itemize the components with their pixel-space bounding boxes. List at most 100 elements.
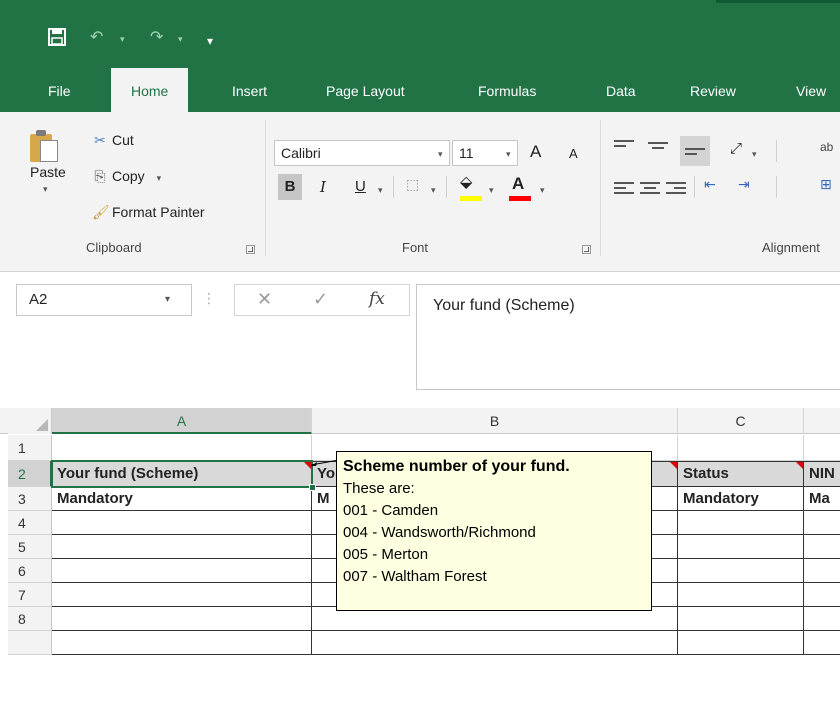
grow-font-button[interactable]: A [530, 142, 541, 162]
font-name-dropdown-icon[interactable]: ▾ [438, 149, 443, 160]
cell-a6[interactable] [52, 559, 312, 583]
borders-icon[interactable]: ⬚ [406, 176, 419, 193]
cell-d4[interactable] [804, 511, 840, 535]
cell-b9[interactable] [312, 631, 678, 655]
tab-file[interactable]: File [48, 78, 71, 104]
paste-icon[interactable] [30, 126, 60, 162]
save-icon[interactable] [48, 28, 66, 46]
bottom-align-button[interactable] [680, 136, 710, 166]
undo-dropdown-icon[interactable]: ▾ [120, 34, 125, 45]
cell-d2[interactable]: NIN [804, 461, 840, 487]
cell-a2[interactable]: Your fund (Scheme) [52, 461, 312, 487]
italic-button[interactable]: I [320, 178, 326, 196]
underline-button[interactable]: U [355, 178, 366, 195]
cell-a7[interactable] [52, 583, 312, 607]
formula-input[interactable]: Your fund (Scheme) [416, 284, 840, 390]
cell-c4[interactable] [678, 511, 804, 535]
name-box-dropdown-icon[interactable]: ▾ [165, 294, 170, 305]
row-header-5[interactable]: 5 [8, 535, 52, 559]
cell-a8[interactable] [52, 607, 312, 631]
cut-button[interactable]: ✂ Cut [92, 132, 134, 149]
copy-dropdown-icon[interactable]: ▾ [157, 173, 162, 183]
bold-button[interactable]: B [278, 174, 302, 200]
copy-button[interactable]: ⎘ Copy ▾ [92, 168, 161, 185]
tab-home[interactable]: Home [111, 68, 189, 112]
decrease-indent-icon[interactable]: ⇤ [704, 176, 716, 193]
font-launcher-icon[interactable] [582, 245, 591, 254]
cell-c6[interactable] [678, 559, 804, 583]
tab-data[interactable]: Data [606, 78, 636, 104]
cell-d5[interactable] [804, 535, 840, 559]
cell-c2[interactable]: Status [678, 461, 804, 487]
cell-d8[interactable] [804, 607, 840, 631]
fill-color-dropdown-icon[interactable]: ▾ [489, 185, 494, 196]
orientation-dropdown-icon[interactable]: ▾ [752, 149, 757, 160]
row-header-3[interactable]: 3 [8, 487, 52, 511]
paste-button[interactable]: Paste [30, 164, 66, 180]
comment-title: Scheme number of your fund. [343, 458, 570, 475]
orientation-icon[interactable]: ⤢ [730, 140, 742, 157]
fill-handle[interactable] [309, 484, 316, 491]
font-size-dropdown-icon[interactable]: ▾ [506, 149, 511, 160]
cell-d6[interactable] [804, 559, 840, 583]
redo-dropdown-icon[interactable]: ▾ [178, 34, 183, 45]
tab-insert[interactable]: Insert [232, 78, 267, 104]
wrap-text-button[interactable]: ab [820, 140, 833, 154]
middle-align-icon[interactable] [648, 142, 668, 158]
row-header-6[interactable]: 6 [8, 559, 52, 583]
cell-c5[interactable] [678, 535, 804, 559]
tab-review[interactable]: Review [690, 78, 736, 104]
cell-c8[interactable] [678, 607, 804, 631]
format-painter-button[interactable]: 🖌 Format Painter [92, 204, 205, 221]
undo-icon[interactable]: ↶ [90, 28, 103, 48]
cell-d7[interactable] [804, 583, 840, 607]
cell-d3[interactable]: Ma [804, 487, 840, 511]
redo-icon[interactable]: ↷ [150, 28, 163, 48]
paste-dropdown-icon[interactable]: ▾ [43, 184, 48, 195]
row-header-7[interactable]: 7 [8, 583, 52, 607]
cell-c3[interactable]: Mandatory [678, 487, 804, 511]
tab-view[interactable]: View [796, 78, 826, 104]
merge-center-icon[interactable]: ⊞ [820, 176, 832, 193]
shrink-font-button[interactable]: A [569, 146, 578, 161]
tab-formulas[interactable]: Formulas [478, 78, 536, 104]
enter-icon[interactable]: ✓ [313, 289, 328, 310]
formula-bar-grip-icon[interactable]: ⋮ [202, 290, 216, 307]
tab-page-layout[interactable]: Page Layout [326, 78, 405, 104]
font-color-dropdown-icon[interactable]: ▾ [540, 185, 545, 196]
align-right-icon[interactable] [666, 182, 686, 198]
underline-dropdown-icon[interactable]: ▾ [378, 185, 383, 196]
column-header-a[interactable]: A [52, 408, 312, 434]
font-name-box[interactable]: Calibri [274, 140, 450, 166]
borders-dropdown-icon[interactable]: ▾ [431, 185, 436, 196]
insert-function-icon[interactable]: fx [369, 289, 385, 309]
row-header-4[interactable]: 4 [8, 511, 52, 535]
increase-indent-icon[interactable]: ⇥ [738, 176, 750, 193]
column-header-b[interactable]: B [312, 408, 678, 434]
cell-a4[interactable] [52, 511, 312, 535]
row-header-1[interactable]: 1 [8, 435, 52, 461]
align-left-icon[interactable] [614, 182, 634, 198]
top-align-icon[interactable] [614, 140, 634, 156]
fill-color-icon[interactable]: ⬙ [460, 172, 472, 192]
font-color-button[interactable]: A [512, 174, 524, 194]
select-all-corner[interactable] [8, 408, 52, 434]
cell-a9[interactable] [52, 631, 312, 655]
cancel-icon[interactable]: ✕ [257, 289, 272, 310]
qat-customize-icon[interactable]: ▾ [207, 31, 213, 51]
cell-c1[interactable] [678, 435, 804, 461]
clipboard-launcher-icon[interactable] [246, 245, 255, 254]
row-header-2[interactable]: 2 [8, 461, 52, 487]
column-header-d[interactable] [804, 408, 840, 434]
cell-d9[interactable] [804, 631, 840, 655]
column-header-c[interactable]: C [678, 408, 804, 434]
cell-a3[interactable]: Mandatory [52, 487, 312, 511]
cell-c9[interactable] [678, 631, 804, 655]
cell-a1[interactable] [52, 435, 312, 461]
cell-c7[interactable] [678, 583, 804, 607]
align-center-icon[interactable] [640, 182, 660, 198]
row-header-8[interactable]: 8 [8, 607, 52, 631]
cell-d1[interactable] [804, 435, 840, 461]
row-header-9[interactable] [8, 631, 52, 655]
cell-a5[interactable] [52, 535, 312, 559]
